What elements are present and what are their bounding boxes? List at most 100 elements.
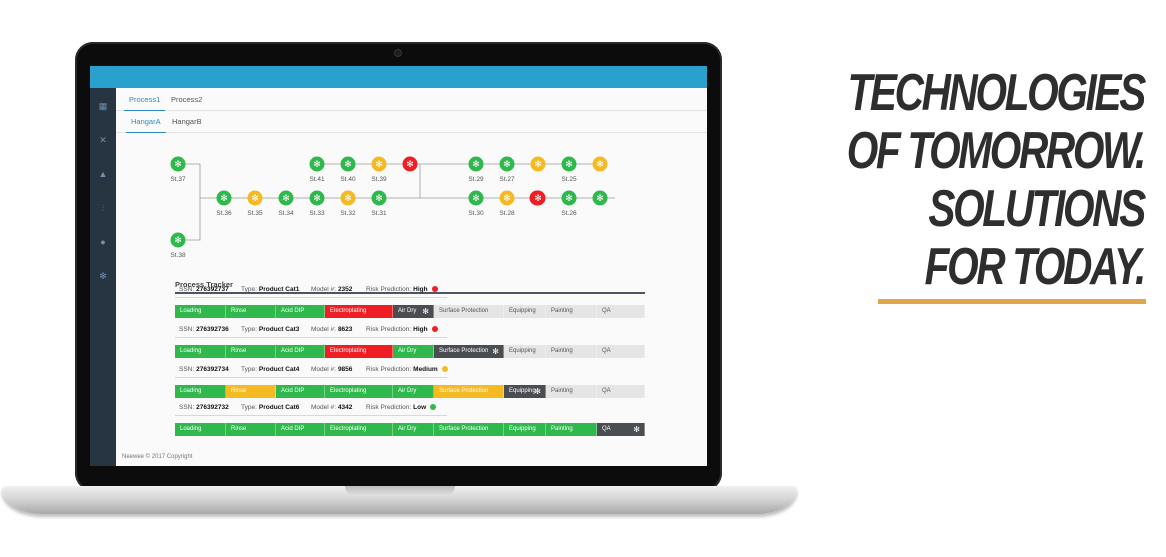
stage-qa[interactable]: QA (597, 345, 645, 358)
stage-rinse[interactable]: Rinse (226, 305, 276, 318)
risk-field: Risk Prediction: Medium (366, 366, 448, 373)
station-node[interactable]: ✻ St.32 (340, 190, 356, 218)
stage-label: Electroplating (330, 308, 367, 314)
stage-qa[interactable]: QA ✻ (597, 423, 645, 436)
stage-electroplating[interactable]: Electroplating (325, 423, 393, 436)
station-node[interactable]: ✻ (592, 190, 608, 206)
station-node[interactable]: ✻ St.26 (561, 190, 577, 218)
stage-surface-protection[interactable]: Surface Protection (434, 305, 504, 318)
station-node[interactable]: ✻ St.34 (278, 190, 294, 218)
station-label: St.33 (309, 210, 325, 217)
stage-label: QA (602, 388, 611, 394)
tools-icon[interactable]: ✕ (96, 134, 110, 146)
stage-equipping[interactable]: Equipping ✻ (504, 385, 546, 398)
stage-air-dry[interactable]: Air Dry (393, 385, 434, 398)
station-node[interactable]: ✻ St.27 (499, 156, 515, 184)
station-node[interactable]: ✻ St.35 (247, 190, 263, 218)
settings-icon[interactable]: ✻ (96, 270, 110, 282)
gear-icon: ✻ (220, 193, 228, 203)
station-node[interactable]: ✻ (530, 156, 546, 172)
station-node[interactable]: ✻ St.37 (170, 156, 186, 184)
stage-equipping[interactable]: Equipping (504, 423, 546, 436)
stage-surface-protection[interactable]: Surface Protection (434, 423, 504, 436)
stage-label: Equipping (509, 308, 536, 314)
dashboard-icon[interactable]: ▦ (96, 100, 110, 112)
station-node[interactable]: ✻ St.25 (561, 156, 577, 184)
stage-label: Painting (551, 388, 573, 394)
station-label: St.25 (561, 176, 577, 183)
stage-painting[interactable]: Painting (546, 385, 597, 398)
gear-icon: ✻ (565, 193, 573, 203)
risk-indicator (430, 404, 437, 410)
station-node[interactable]: ✻ St.28 (499, 190, 515, 218)
station-node[interactable]: ✻ St.41 (309, 156, 325, 184)
stage-acid-dip[interactable]: Acid DIP (276, 385, 325, 398)
stage-label: QA (602, 308, 611, 314)
station-node[interactable]: ✻ St.30 (468, 190, 484, 218)
flow-connectors (178, 163, 615, 241)
stage-air-dry[interactable]: Air Dry ✻ (393, 305, 434, 318)
stage-acid-dip[interactable]: Acid DIP (276, 305, 325, 318)
sliders-icon[interactable]: ⫶ (96, 202, 110, 214)
station-label: St.40 (340, 176, 356, 183)
station-node[interactable]: ✻ (592, 156, 608, 172)
stage-acid-dip[interactable]: Acid DIP (276, 345, 325, 358)
stage-loading[interactable]: Loading (175, 423, 226, 436)
stage-label: Acid DIP (281, 348, 305, 354)
stage-equipping[interactable]: Equipping (504, 305, 546, 318)
station-node[interactable]: ✻ St.29 (468, 156, 484, 184)
stage-equipping[interactable]: Equipping (504, 345, 546, 358)
stage-loading[interactable]: Loading (175, 345, 226, 358)
stage-qa[interactable]: QA (597, 385, 645, 398)
station-node[interactable]: ✻ St.36 (216, 190, 232, 218)
stage-surface-protection[interactable]: Surface Protection (434, 385, 504, 398)
stage-label: Surface Protection (439, 308, 489, 314)
gear-icon: ✻ (344, 193, 352, 203)
stage-loading[interactable]: Loading (175, 385, 226, 398)
stage-air-dry[interactable]: Air Dry (393, 345, 434, 358)
gear-icon: ✻ (375, 159, 383, 169)
gear-icon: ✻ (375, 193, 383, 203)
ssn-field: SSN: 276392732 (179, 404, 229, 411)
gear-icon: ✻ (313, 159, 321, 169)
gear-icon: ✻ (596, 159, 604, 169)
stage-rinse[interactable]: Rinse (226, 423, 276, 436)
station-label: St.35 (247, 210, 263, 217)
stage-electroplating[interactable]: Electroplating (325, 305, 393, 318)
gear-icon: ✻ (313, 193, 321, 203)
stage-painting[interactable]: Painting (546, 423, 597, 436)
stage-qa[interactable]: QA (597, 305, 645, 318)
gear-icon: ✻ (174, 159, 182, 169)
station-node[interactable]: ✻ St.31 (371, 190, 387, 218)
alert-icon[interactable]: ▲ (96, 168, 110, 180)
stage-rinse[interactable]: Rinse (226, 385, 276, 398)
stage-painting[interactable]: Painting (546, 345, 597, 358)
station-node[interactable]: ✻ St.39 (371, 156, 387, 184)
tracker-item-info: SSN: 276392732 Type: Product Cat6 Model #: 43… (175, 402, 447, 416)
station-node[interactable]: ✻ St.40 (340, 156, 356, 184)
station-node[interactable]: ✻ St.33 (309, 190, 325, 218)
tab-hangarb[interactable]: HangarB (167, 117, 207, 132)
gear-icon: ✻ (406, 159, 414, 169)
tab-process2[interactable]: Process2 (166, 95, 207, 110)
stage-air-dry[interactable]: Air Dry (393, 423, 434, 436)
station-node[interactable]: ✻ (530, 190, 546, 206)
tab-process1[interactable]: Process1 (124, 95, 166, 111)
tab-hangara[interactable]: HangarA (126, 117, 166, 133)
stage-electroplating[interactable]: Electroplating (325, 345, 393, 358)
station-node[interactable]: ✻ St.38 (170, 232, 186, 260)
stage-electroplating[interactable]: Electroplating (325, 385, 393, 398)
ssn-field: SSN: 276392734 (179, 366, 229, 373)
stage-loading[interactable]: Loading (175, 305, 226, 318)
tracker-item-info: SSN: 276392734 Type: Product Cat4 Model #: 98… (175, 364, 448, 378)
station-label: St.29 (468, 176, 484, 183)
stage-rinse[interactable]: Rinse (226, 345, 276, 358)
stage-acid-dip[interactable]: Acid DIP (276, 423, 325, 436)
stage-surface-protection[interactable]: Surface Protection ✻ (434, 345, 504, 358)
tracker-stage-row: Loading Rinse Acid DIP Electroplating Air Dr… (175, 345, 645, 358)
stage-label: Rinse (231, 388, 247, 394)
stage-painting[interactable]: Painting (546, 305, 597, 318)
users-icon[interactable]: ● (96, 236, 110, 248)
station-node[interactable]: ✻ (402, 156, 418, 172)
headline: TECHNOLOGIES OF TOMORROW. SOLUTIONS FOR … (847, 64, 1146, 296)
